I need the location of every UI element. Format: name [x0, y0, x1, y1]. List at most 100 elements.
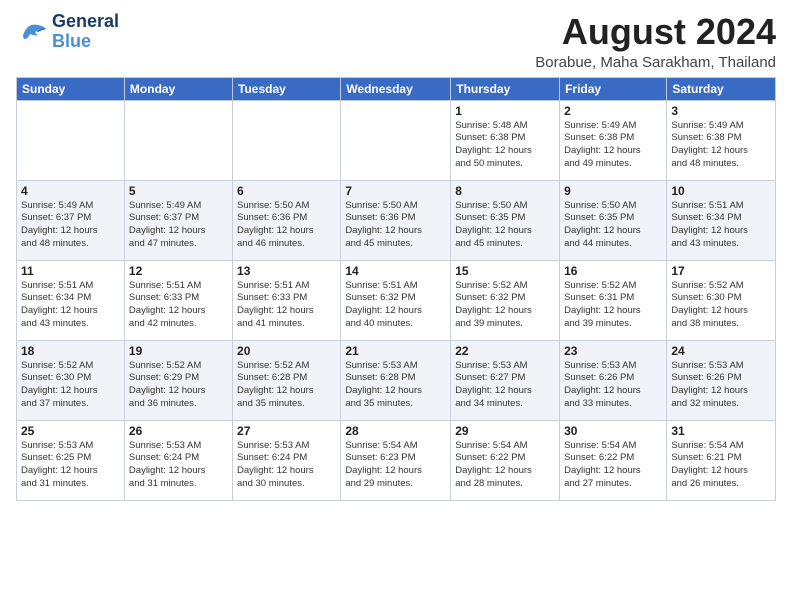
calendar-body: 1 Sunrise: 5:48 AM Sunset: 6:38 PM Daylig…	[17, 100, 776, 500]
day-info: Sunrise: 5:50 AM Sunset: 6:36 PM Dayligh…	[237, 200, 336, 251]
day-number: 6	[237, 184, 336, 198]
day-info: Sunrise: 5:51 AM Sunset: 6:34 PM Dayligh…	[21, 280, 120, 331]
day-info: Sunrise: 5:54 AM Sunset: 6:23 PM Dayligh…	[345, 440, 446, 491]
day-number: 28	[345, 424, 446, 438]
day-number: 1	[455, 104, 555, 118]
calendar-week-row: 4 Sunrise: 5:49 AM Sunset: 6:37 PM Daylig…	[17, 180, 776, 260]
table-row: 12 Sunrise: 5:51 AM Sunset: 6:33 PM Dayli…	[124, 260, 232, 340]
day-info: Sunrise: 5:53 AM Sunset: 6:24 PM Dayligh…	[129, 440, 228, 491]
day-info: Sunrise: 5:48 AM Sunset: 6:38 PM Dayligh…	[455, 120, 555, 171]
col-sunday: Sunday	[17, 77, 125, 100]
table-row: 2 Sunrise: 5:49 AM Sunset: 6:38 PM Daylig…	[560, 100, 667, 180]
day-number: 7	[345, 184, 446, 198]
day-info: Sunrise: 5:54 AM Sunset: 6:21 PM Dayligh…	[671, 440, 771, 491]
day-info: Sunrise: 5:50 AM Sunset: 6:36 PM Dayligh…	[345, 200, 446, 251]
table-row: 22Sunrise: 5:53 AM Sunset: 6:27 PM Dayli…	[451, 340, 560, 420]
table-row: 16Sunrise: 5:52 AM Sunset: 6:31 PM Dayli…	[560, 260, 667, 340]
day-number: 23	[564, 344, 662, 358]
col-wednesday: Wednesday	[341, 77, 451, 100]
day-number: 30	[564, 424, 662, 438]
day-info: Sunrise: 5:49 AM Sunset: 6:37 PM Dayligh…	[21, 200, 120, 251]
col-tuesday: Tuesday	[233, 77, 341, 100]
table-row: 4 Sunrise: 5:49 AM Sunset: 6:37 PM Daylig…	[17, 180, 125, 260]
day-number: 2	[564, 104, 662, 118]
table-row	[233, 100, 341, 180]
table-row: 10 Sunrise: 5:51 AM Sunset: 6:34 PM Dayli…	[667, 180, 776, 260]
day-number: 24	[671, 344, 771, 358]
day-number: 12	[129, 264, 228, 278]
day-number: 29	[455, 424, 555, 438]
day-info: Sunrise: 5:52 AM Sunset: 6:30 PM Dayligh…	[671, 280, 771, 331]
day-number: 20	[237, 344, 336, 358]
title-block: August 2024 Borabue, Maha Sarakham, Thai…	[535, 12, 776, 71]
table-row: 19 Sunrise: 5:52 AM Sunset: 6:29 PM Dayli…	[124, 340, 232, 420]
day-info: Sunrise: 5:53 AM Sunset: 6:26 PM Dayligh…	[564, 360, 662, 411]
table-row: 26 Sunrise: 5:53 AM Sunset: 6:24 PM Dayli…	[124, 420, 232, 500]
table-row: 29 Sunrise: 5:54 AM Sunset: 6:22 PM Dayli…	[451, 420, 560, 500]
table-row: 21 Sunrise: 5:53 AM Sunset: 6:28 PM Dayli…	[341, 340, 451, 420]
day-number: 10	[671, 184, 771, 198]
day-info: Sunrise: 5:51 AM Sunset: 6:33 PM Dayligh…	[237, 280, 336, 331]
table-row: 3 Sunrise: 5:49 AM Sunset: 6:38 PM Daylig…	[667, 100, 776, 180]
header: GeneralBlue August 2024 Borabue, Maha Sa…	[16, 12, 776, 71]
day-number: 25	[21, 424, 120, 438]
table-row: 28 Sunrise: 5:54 AM Sunset: 6:23 PM Dayli…	[341, 420, 451, 500]
col-saturday: Saturday	[667, 77, 776, 100]
table-row: 1 Sunrise: 5:48 AM Sunset: 6:38 PM Daylig…	[451, 100, 560, 180]
day-info: Sunrise: 5:54 AM Sunset: 6:22 PM Dayligh…	[564, 440, 662, 491]
day-number: 9	[564, 184, 662, 198]
table-row: 31Sunrise: 5:54 AM Sunset: 6:21 PM Dayli…	[667, 420, 776, 500]
table-row: 24 Sunrise: 5:53 AM Sunset: 6:26 PM Dayli…	[667, 340, 776, 420]
day-info: Sunrise: 5:53 AM Sunset: 6:24 PM Dayligh…	[237, 440, 336, 491]
day-info: Sunrise: 5:52 AM Sunset: 6:30 PM Dayligh…	[21, 360, 120, 411]
logo-bird-icon	[16, 21, 48, 43]
day-number: 15	[455, 264, 555, 278]
calendar-week-row: 1 Sunrise: 5:48 AM Sunset: 6:38 PM Daylig…	[17, 100, 776, 180]
day-number: 8	[455, 184, 555, 198]
day-info: Sunrise: 5:49 AM Sunset: 6:37 PM Dayligh…	[129, 200, 228, 251]
day-number: 11	[21, 264, 120, 278]
col-friday: Friday	[560, 77, 667, 100]
day-number: 27	[237, 424, 336, 438]
table-row: 7 Sunrise: 5:50 AM Sunset: 6:36 PM Daylig…	[341, 180, 451, 260]
table-row: 6 Sunrise: 5:50 AM Sunset: 6:36 PM Daylig…	[233, 180, 341, 260]
table-row: 17 Sunrise: 5:52 AM Sunset: 6:30 PM Dayli…	[667, 260, 776, 340]
table-row	[341, 100, 451, 180]
day-info: Sunrise: 5:52 AM Sunset: 6:32 PM Dayligh…	[455, 280, 555, 331]
day-info: Sunrise: 5:49 AM Sunset: 6:38 PM Dayligh…	[671, 120, 771, 171]
page: GeneralBlue August 2024 Borabue, Maha Sa…	[0, 0, 792, 612]
day-number: 19	[129, 344, 228, 358]
day-info: Sunrise: 5:52 AM Sunset: 6:31 PM Dayligh…	[564, 280, 662, 331]
day-number: 26	[129, 424, 228, 438]
day-number: 17	[671, 264, 771, 278]
calendar-week-row: 11 Sunrise: 5:51 AM Sunset: 6:34 PM Dayli…	[17, 260, 776, 340]
day-info: Sunrise: 5:53 AM Sunset: 6:25 PM Dayligh…	[21, 440, 120, 491]
table-row: 14Sunrise: 5:51 AM Sunset: 6:32 PM Dayli…	[341, 260, 451, 340]
table-row: 13Sunrise: 5:51 AM Sunset: 6:33 PM Dayli…	[233, 260, 341, 340]
table-row	[124, 100, 232, 180]
day-number: 4	[21, 184, 120, 198]
table-row: 30 Sunrise: 5:54 AM Sunset: 6:22 PM Dayli…	[560, 420, 667, 500]
day-info: Sunrise: 5:54 AM Sunset: 6:22 PM Dayligh…	[455, 440, 555, 491]
table-row	[17, 100, 125, 180]
table-row: 23 Sunrise: 5:53 AM Sunset: 6:26 PM Dayli…	[560, 340, 667, 420]
day-number: 21	[345, 344, 446, 358]
table-row: 18 Sunrise: 5:52 AM Sunset: 6:30 PM Dayli…	[17, 340, 125, 420]
calendar-week-row: 18 Sunrise: 5:52 AM Sunset: 6:30 PM Dayli…	[17, 340, 776, 420]
day-info: Sunrise: 5:49 AM Sunset: 6:38 PM Dayligh…	[564, 120, 662, 171]
day-number: 3	[671, 104, 771, 118]
day-info: Sunrise: 5:53 AM Sunset: 6:26 PM Dayligh…	[671, 360, 771, 411]
logo-text: GeneralBlue	[52, 11, 119, 51]
calendar-table: Sunday Monday Tuesday Wednesday Thursday…	[16, 77, 776, 501]
day-info: Sunrise: 5:53 AM Sunset: 6:28 PM Dayligh…	[345, 360, 446, 411]
day-number: 5	[129, 184, 228, 198]
day-info: Sunrise: 5:50 AM Sunset: 6:35 PM Dayligh…	[455, 200, 555, 251]
day-number: 22	[455, 344, 555, 358]
main-title: August 2024	[535, 12, 776, 52]
table-row: 5 Sunrise: 5:49 AM Sunset: 6:37 PM Daylig…	[124, 180, 232, 260]
day-number: 18	[21, 344, 120, 358]
day-info: Sunrise: 5:51 AM Sunset: 6:34 PM Dayligh…	[671, 200, 771, 251]
day-info: Sunrise: 5:51 AM Sunset: 6:33 PM Dayligh…	[129, 280, 228, 331]
day-info: Sunrise: 5:52 AM Sunset: 6:29 PM Dayligh…	[129, 360, 228, 411]
day-info: Sunrise: 5:52 AM Sunset: 6:28 PM Dayligh…	[237, 360, 336, 411]
